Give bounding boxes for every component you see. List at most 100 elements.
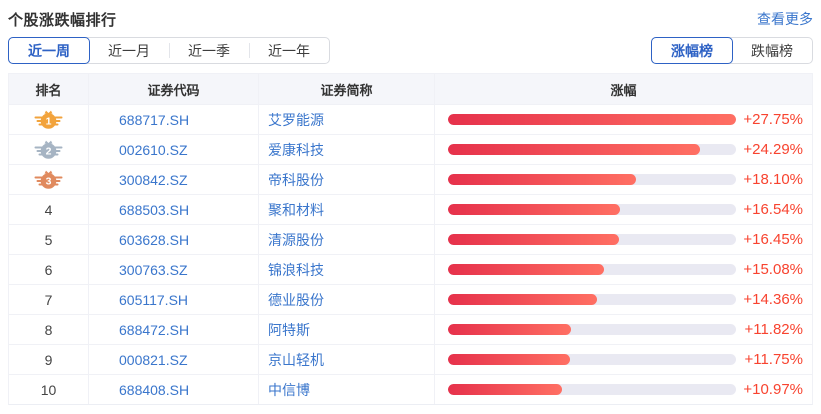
rank-cell: 3 <box>9 165 89 194</box>
change-cell: +16.54% <box>435 195 812 224</box>
change-cell: +27.75% <box>435 105 812 134</box>
rank-cell: 1 <box>9 105 89 134</box>
change-cell: +24.29% <box>435 135 812 164</box>
stock-name-link[interactable]: 帝科股份 <box>268 170 324 190</box>
name-cell: 德业股份 <box>259 285 435 314</box>
rank-number: 9 <box>45 352 53 368</box>
change-percent: +18.10% <box>736 171 803 188</box>
stock-code-link[interactable]: 688717.SH <box>119 112 189 128</box>
change-bar-track <box>448 354 736 365</box>
stock-name-link[interactable]: 锦浪科技 <box>268 260 324 280</box>
rank-number: 7 <box>45 292 53 308</box>
change-percent: +16.54% <box>736 201 803 218</box>
stock-code-link[interactable]: 002610.SZ <box>119 142 188 158</box>
table-row: 3 300842.SZ 帝科股份 +18.10% <box>9 164 812 194</box>
filter-row: 近一周近一月近一季近一年 涨幅榜跌幅榜 <box>8 37 813 64</box>
change-cell: +11.75% <box>435 345 812 374</box>
change-bar-track <box>448 384 736 395</box>
change-percent: +27.75% <box>736 111 803 128</box>
code-cell: 603628.SH <box>89 225 259 254</box>
change-percent: +10.97% <box>736 381 803 398</box>
rank-cell: 8 <box>9 315 89 344</box>
change-bar-track <box>448 144 736 155</box>
stock-code-link[interactable]: 688408.SH <box>119 382 189 398</box>
change-bar-fill <box>448 114 736 125</box>
change-bar-track <box>448 294 736 305</box>
name-cell: 中信博 <box>259 375 435 404</box>
change-cell: +11.82% <box>435 315 812 344</box>
change-bar-fill <box>448 144 700 155</box>
stock-name-link[interactable]: 京山轻机 <box>268 350 324 370</box>
stock-name-link[interactable]: 清源股份 <box>268 230 324 250</box>
board-tab-group: 涨幅榜跌幅榜 <box>651 37 813 64</box>
name-cell: 京山轻机 <box>259 345 435 374</box>
rank-medal-icon: 2 <box>33 139 64 160</box>
code-cell: 002610.SZ <box>89 135 259 164</box>
svg-text:1: 1 <box>46 116 52 128</box>
rank-number: 5 <box>45 232 53 248</box>
rank-number: 6 <box>45 262 53 278</box>
change-cell: +10.97% <box>435 375 812 404</box>
period-tab-year[interactable]: 近一年 <box>249 38 329 63</box>
change-percent: +16.45% <box>736 231 803 248</box>
table-row: 9 000821.SZ 京山轻机 +11.75% <box>9 344 812 374</box>
code-cell: 300763.SZ <box>89 255 259 284</box>
name-cell: 艾罗能源 <box>259 105 435 134</box>
table-header-row: 排名 证券代码 证券简称 涨幅 <box>9 74 812 104</box>
table-row: 6 300763.SZ 锦浪科技 +15.08% <box>9 254 812 284</box>
rank-cell: 5 <box>9 225 89 254</box>
svg-text:2: 2 <box>46 146 52 158</box>
rank-number: 4 <box>45 202 53 218</box>
stock-code-link[interactable]: 688472.SH <box>119 322 189 338</box>
stock-code-link[interactable]: 605117.SH <box>119 292 188 308</box>
panel-header: 个股涨跌幅排行 查看更多 <box>8 8 813 30</box>
name-cell: 清源股份 <box>259 225 435 254</box>
page-title: 个股涨跌幅排行 <box>8 9 117 30</box>
rank-cell: 6 <box>9 255 89 284</box>
rank-medal-icon: 3 <box>33 169 64 190</box>
ranking-table: 排名 证券代码 证券简称 涨幅 1 688717.SH 艾罗能源 +27.75% 2 00… <box>8 73 813 405</box>
change-cell: +18.10% <box>435 165 812 194</box>
change-cell: +14.36% <box>435 285 812 314</box>
stock-code-link[interactable]: 300763.SZ <box>119 262 188 278</box>
stock-name-link[interactable]: 德业股份 <box>268 290 324 310</box>
board-tab-gainers[interactable]: 涨幅榜 <box>651 37 733 64</box>
table-row: 8 688472.SH 阿特斯 +11.82% <box>9 314 812 344</box>
table-row: 4 688503.SH 聚和材料 +16.54% <box>9 194 812 224</box>
change-percent: +15.08% <box>736 261 803 278</box>
stock-name-link[interactable]: 阿特斯 <box>268 320 310 340</box>
svg-text:3: 3 <box>46 176 52 188</box>
change-bar-track <box>448 264 736 275</box>
change-percent: +11.75% <box>736 351 803 368</box>
table-row: 10688408.SH中信博+10.97% <box>9 374 812 404</box>
stock-code-link[interactable]: 300842.SZ <box>119 172 188 188</box>
code-cell: 688408.SH <box>89 375 259 404</box>
change-bar-fill <box>448 324 571 335</box>
change-cell: +16.45% <box>435 225 812 254</box>
board-tab-losers[interactable]: 跌幅榜 <box>732 38 812 63</box>
code-cell: 000821.SZ <box>89 345 259 374</box>
rank-cell: 7 <box>9 285 89 314</box>
column-header-rank: 排名 <box>9 74 89 104</box>
change-bar-fill <box>448 174 636 185</box>
name-cell: 锦浪科技 <box>259 255 435 284</box>
table-row: 2 002610.SZ 爱康科技 +24.29% <box>9 134 812 164</box>
rank-number: 8 <box>45 322 53 338</box>
change-bar-track <box>448 324 736 335</box>
stock-name-link[interactable]: 艾罗能源 <box>268 110 324 130</box>
period-tab-month[interactable]: 近一月 <box>89 38 169 63</box>
change-bar-fill <box>448 204 620 215</box>
change-bar-fill <box>448 264 604 275</box>
stock-name-link[interactable]: 爱康科技 <box>268 140 324 160</box>
stock-code-link[interactable]: 000821.SZ <box>119 352 188 368</box>
stock-name-link[interactable]: 中信博 <box>268 380 310 400</box>
period-tab-week[interactable]: 近一周 <box>8 37 90 64</box>
change-bar-track <box>448 234 736 245</box>
stock-code-link[interactable]: 603628.SH <box>119 232 189 248</box>
stock-code-link[interactable]: 688503.SH <box>119 202 189 218</box>
change-percent: +14.36% <box>736 291 803 308</box>
stock-name-link[interactable]: 聚和材料 <box>268 200 324 220</box>
view-more-link[interactable]: 查看更多 <box>757 9 813 29</box>
period-tab-quarter[interactable]: 近一季 <box>169 38 249 63</box>
change-bar-fill <box>448 294 597 305</box>
